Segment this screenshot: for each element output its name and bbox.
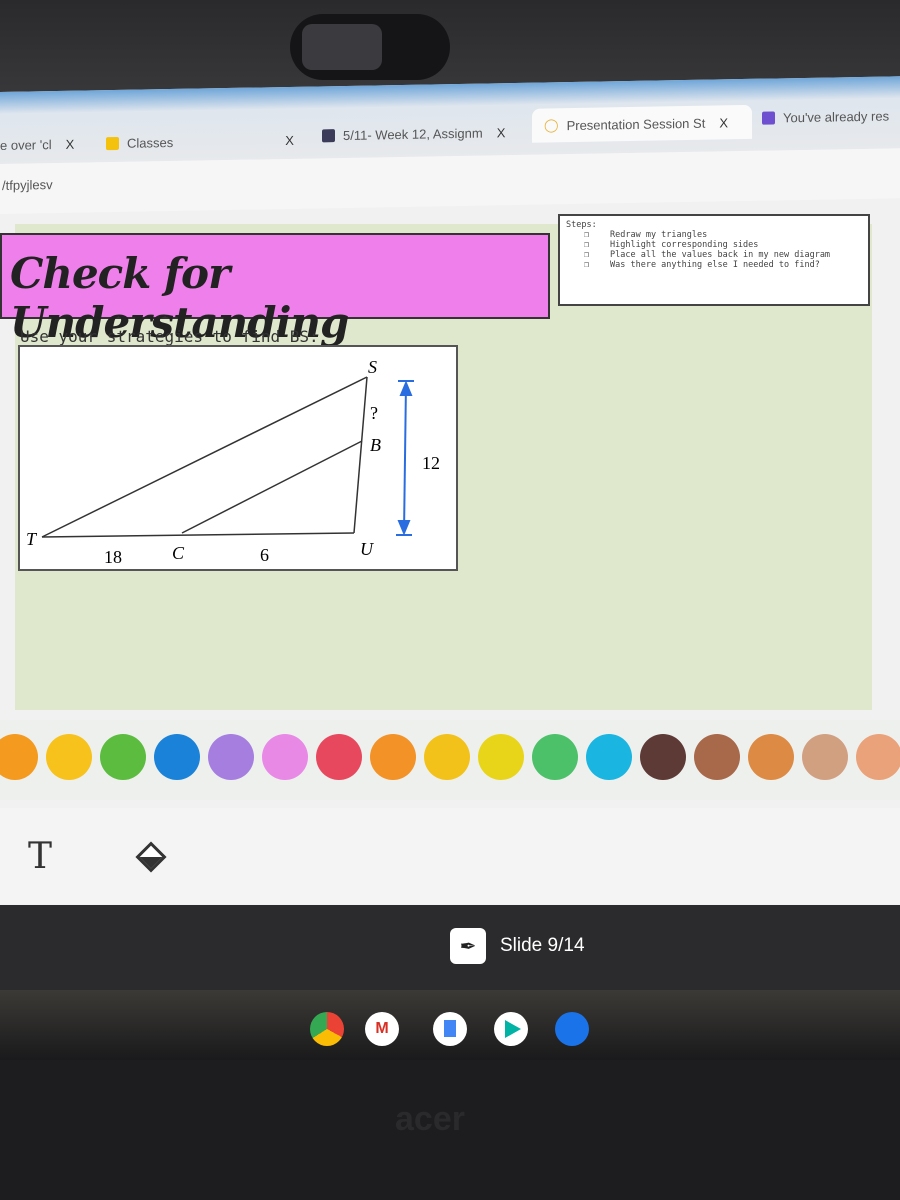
color-swatch[interactable] [478, 734, 524, 780]
color-palette [0, 720, 900, 800]
close-tab-icon[interactable]: X [285, 132, 294, 147]
google-forms-icon [762, 110, 775, 125]
slide-title: Check for Understanding [0, 233, 550, 347]
paintbrush-icon[interactable]: ✒ [450, 928, 486, 964]
label-u: U [360, 539, 374, 559]
prompt-text: Use your strategies to find BS: [20, 327, 319, 346]
peardeck-icon: ◯ [544, 117, 559, 133]
tab-label: Classes [127, 134, 174, 151]
docs-icon[interactable] [433, 1012, 467, 1046]
label-s: S [368, 357, 377, 377]
step-item: Redraw my triangles [610, 230, 708, 240]
close-tab-icon[interactable]: X [719, 115, 728, 130]
chrome-icon[interactable] [310, 1012, 344, 1046]
color-swatch[interactable] [370, 734, 416, 780]
label-question: ? [370, 403, 378, 423]
play-store-icon[interactable] [494, 1012, 528, 1046]
url-text: /tfpyjlesv [2, 177, 53, 193]
tab-label: Presentation Session St [566, 115, 706, 133]
color-swatch[interactable] [748, 734, 794, 780]
side-us [353, 376, 368, 534]
close-tab-icon[interactable]: X [66, 136, 75, 151]
step-item: Highlight corresponding sides [610, 240, 759, 250]
tab-label: 5/11- Week 12, Assignm [343, 125, 483, 143]
step-item: Place all the values back in my new diag… [610, 250, 831, 260]
tab-presentation-session[interactable]: ◯ Presentation Session St X [532, 104, 752, 143]
classroom-assignment-icon [322, 128, 335, 142]
drawing-tools: T [0, 808, 900, 904]
color-swatch[interactable] [100, 734, 146, 780]
label-6: 6 [260, 545, 269, 565]
slide-indicator: ✒ Slide 9/14 [450, 928, 585, 964]
color-swatch[interactable] [208, 734, 254, 780]
color-swatch[interactable] [532, 734, 578, 780]
color-swatch[interactable] [46, 734, 92, 780]
color-swatch[interactable] [316, 734, 362, 780]
side-ts [41, 376, 368, 538]
label-b: B [370, 435, 381, 455]
triangle-diagram: S T U B C ? 18 6 12 [18, 345, 458, 571]
acer-logo: acer [395, 1100, 465, 1138]
label-12: 12 [422, 453, 440, 473]
files-icon[interactable] [555, 1012, 589, 1046]
steps-box: Steps: ❐ Redraw my triangles ❐ Highlight c… [558, 214, 870, 306]
color-swatch[interactable] [586, 734, 632, 780]
checkbox-icon: ❐ [584, 250, 590, 260]
eraser-icon[interactable] [135, 841, 167, 873]
text-tool-icon[interactable]: T [28, 836, 52, 877]
color-swatch[interactable] [802, 734, 848, 780]
color-swatch[interactable] [694, 734, 740, 780]
color-swatch[interactable] [640, 734, 686, 780]
checkbox-icon: ❐ [584, 260, 590, 270]
tab-assignment[interactable]: 5/11- Week 12, Assignm X [322, 115, 522, 152]
webcam-cover [290, 14, 450, 80]
close-tab-icon[interactable]: X [497, 125, 506, 140]
label-18: 18 [104, 547, 122, 567]
color-swatch[interactable] [856, 734, 900, 780]
tab-label: e over 'cl [0, 136, 52, 153]
measure-arrow-12 [396, 380, 414, 536]
color-swatch[interactable] [0, 734, 38, 780]
steps-heading: Steps: [566, 220, 597, 230]
checkbox-icon: ❐ [584, 230, 590, 240]
color-swatch[interactable] [424, 734, 470, 780]
tab-forms[interactable]: You've already res [762, 98, 900, 134]
gmail-icon[interactable]: M [365, 1012, 399, 1046]
checkbox-icon: ❐ [584, 240, 590, 250]
slide-counter: Slide 9/14 [500, 935, 585, 956]
tab-label: You've already res [783, 107, 890, 125]
label-c: C [172, 543, 185, 563]
tab-classes[interactable]: Classes X [106, 123, 306, 160]
label-t: T [26, 529, 38, 549]
color-swatch[interactable] [262, 734, 308, 780]
color-swatch[interactable] [154, 734, 200, 780]
google-classroom-icon [106, 136, 119, 150]
tab-1[interactable]: e over 'cl X [0, 126, 90, 162]
step-item: Was there anything else I needed to find… [610, 260, 820, 270]
side-tu [41, 532, 355, 538]
